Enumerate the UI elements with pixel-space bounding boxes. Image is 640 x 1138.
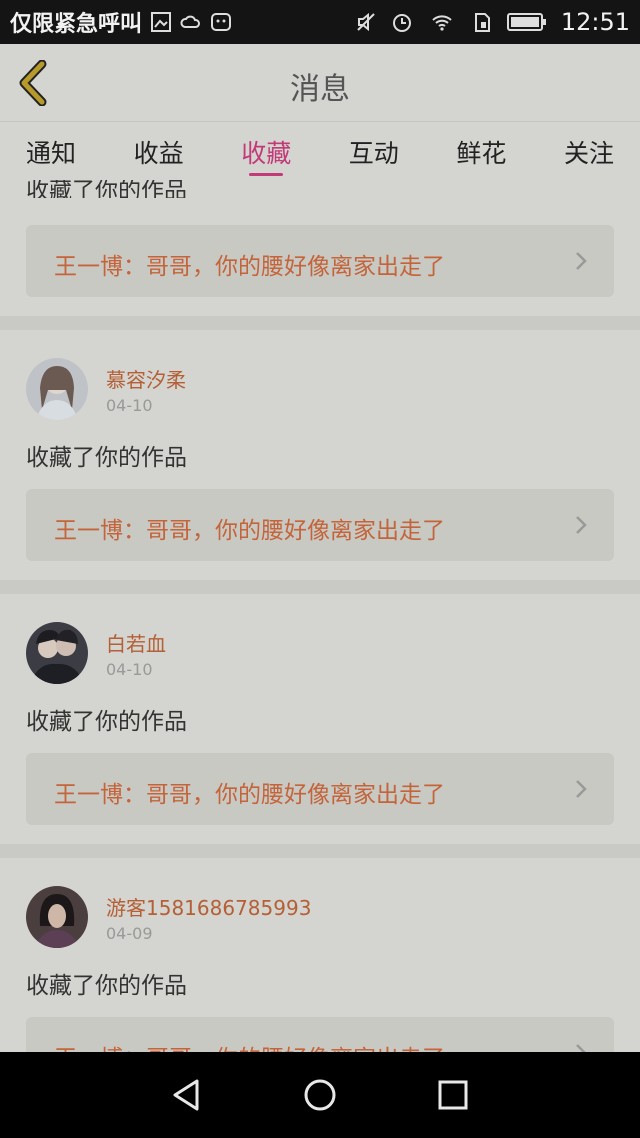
date: 04-10: [106, 660, 153, 679]
active-tab-indicator: [249, 173, 284, 176]
divider: [0, 844, 640, 858]
carrier-text: 仅限紧急呼叫: [10, 12, 143, 37]
date: 04-10: [106, 396, 153, 415]
username[interactable]: 慕容汐柔: [106, 364, 186, 393]
android-icon: [211, 13, 232, 31]
battery-icon: [506, 13, 546, 31]
clock: 12:51: [560, 8, 630, 36]
action-text: 收藏了你的作品: [26, 445, 187, 471]
cloud-icon: [180, 15, 201, 28]
wifi-icon: [432, 15, 452, 31]
chevron-right-icon: [576, 252, 587, 270]
tab-earnings[interactable]: 收益: [134, 122, 184, 180]
tab-bar: 通知 收益 收藏 互动 鲜花 关注: [0, 122, 640, 180]
sim-icon: [474, 13, 490, 32]
username[interactable]: 游客1581686785993: [106, 892, 311, 921]
tab-notifications[interactable]: 通知: [26, 122, 76, 180]
chevron-right-icon: [576, 516, 587, 534]
mute-icon: [357, 12, 375, 32]
username[interactable]: 白若血: [106, 628, 166, 657]
back-icon[interactable]: [167, 1075, 207, 1115]
tab-favorites[interactable]: 收藏: [241, 122, 291, 180]
work-link[interactable]: 王一博：哥哥，你的腰好像离家出走了: [26, 1017, 614, 1052]
tab-following[interactable]: 关注: [564, 122, 614, 180]
work-link[interactable]: 王一博：哥哥，你的腰好像离家出走了: [26, 225, 614, 297]
chevron-right-icon: [576, 1044, 586, 1052]
avatar[interactable]: [26, 622, 88, 684]
avatar[interactable]: [26, 358, 88, 420]
chevron-right-icon: [576, 780, 587, 798]
date: 04-09: [106, 924, 153, 943]
divider: [0, 580, 640, 594]
favorites-list[interactable]: 收藏了你的作品 王一博：哥哥，你的腰好像离家出走了 慕容汐柔 04-10 收藏了…: [0, 180, 640, 1052]
work-link[interactable]: 王一博：哥哥，你的腰好像离家出走了: [26, 489, 614, 561]
tab-interactions[interactable]: 互动: [349, 122, 399, 180]
work-link[interactable]: 王一博：哥哥，你的腰好像离家出走了: [26, 753, 614, 825]
page-title: 消息: [290, 72, 350, 107]
action-text: 收藏了你的作品: [26, 973, 187, 999]
work-title: 王一博：哥哥，你的腰好像离家出走了: [54, 254, 445, 280]
recents-icon[interactable]: [433, 1075, 473, 1115]
avatar[interactable]: [26, 886, 88, 948]
alarm-icon: [392, 14, 411, 32]
image-icon: [151, 12, 172, 32]
home-icon[interactable]: [300, 1075, 340, 1115]
system-nav-bar: [0, 1052, 640, 1138]
work-title: 王一博：哥哥，你的腰好像离家出走了: [54, 518, 445, 544]
action-text: 收藏了你的作品: [26, 180, 187, 198]
list-item: 慕容汐柔 04-10 收藏了你的作品 王一博：哥哥，你的腰好像离家出走了: [0, 330, 640, 580]
work-title: 王一博：哥哥，你的腰好像离家出走了: [54, 782, 445, 808]
header: 消息: [0, 44, 640, 122]
list-item: 收藏了你的作品 王一博：哥哥，你的腰好像离家出走了: [0, 180, 640, 316]
action-text: 收藏了你的作品: [26, 709, 187, 735]
list-item: 白若血 04-10 收藏了你的作品 王一博：哥哥，你的腰好像离家出走了: [0, 594, 640, 844]
work-title: 王一博：哥哥，你的腰好像离家出走了: [54, 1039, 445, 1052]
divider: [0, 316, 640, 330]
tab-flowers[interactable]: 鲜花: [456, 122, 506, 180]
status-bar: 仅限紧急呼叫 12:51: [0, 0, 640, 44]
list-item: 游客1581686785993 04-09 收藏了你的作品 王一博：哥哥，你的腰…: [0, 858, 640, 1052]
